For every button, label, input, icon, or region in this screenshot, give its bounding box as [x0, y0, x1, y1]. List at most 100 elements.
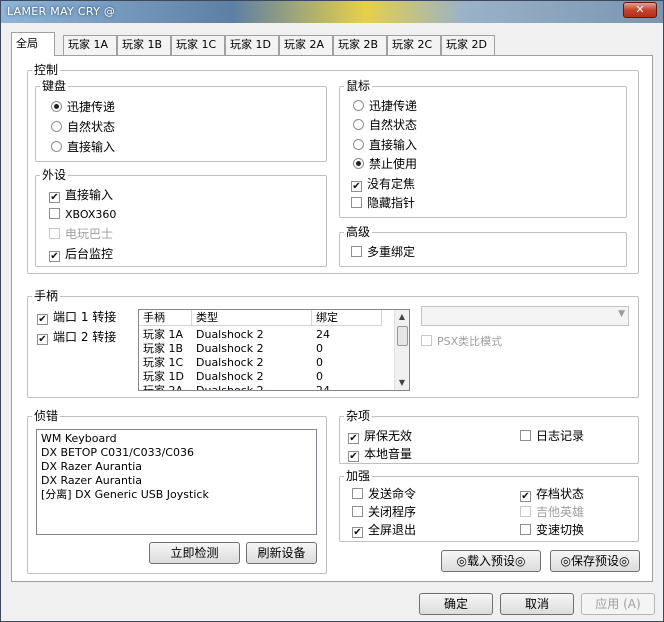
gamepad-cell: 0: [316, 356, 323, 369]
save-preset-button[interactable]: ◎保存预设◎: [550, 550, 640, 572]
gamepad-row[interactable]: 玩家 1B Dualshock 2 0: [139, 342, 394, 356]
refresh-devices-button[interactable]: 刷新设备: [246, 542, 317, 564]
option-label: 禁止使用: [369, 157, 418, 171]
gamepad-list-header: 手柄 类型 绑定: [139, 310, 394, 326]
peripheral-option-3[interactable]: ✔ 后台监控: [49, 246, 113, 262]
scroll-thumb[interactable]: [397, 326, 408, 346]
keyboard-option-0[interactable]: 迅捷传递: [51, 99, 115, 115]
apply-button: 应用 (A): [581, 593, 655, 615]
keyboard-group-title: 键盘: [42, 79, 67, 93]
gamepad-cell: 玩家 1D: [143, 370, 184, 383]
chevron-down-icon: ▼: [618, 309, 625, 319]
enhance-group-title: 加强: [346, 469, 371, 483]
checkbox-icon: [520, 430, 531, 441]
port1-checkbox[interactable]: ✔ 端口 1 转接: [37, 309, 116, 325]
gamepad-row[interactable]: 玩家 2A Dualshock 2 24: [139, 384, 394, 391]
device-item[interactable]: WM Keyboard: [41, 432, 312, 446]
checkbox-icon: ✔: [49, 251, 60, 262]
gamepad-list[interactable]: 手柄 类型 绑定 玩家 1A Dualshock 2 24 玩家 1B Dualshoc…: [138, 309, 410, 391]
send-command-checkbox[interactable]: 发送命令: [352, 486, 416, 502]
column-header-type[interactable]: 类型: [192, 310, 312, 326]
option-label: 端口 2 转接: [53, 330, 117, 344]
title-bar[interactable]: LAMER MAY CRY @ ✕: [1, 1, 663, 23]
close-program-checkbox[interactable]: 关闭程序: [352, 504, 416, 520]
gamepad-cell: Dualshock 2: [196, 342, 264, 355]
option-label: 直接输入: [65, 188, 114, 202]
multi-bind-checkbox[interactable]: 多重绑定: [351, 244, 415, 260]
radio-icon: [353, 119, 364, 130]
radio-icon: [51, 101, 62, 112]
scroll-down-icon[interactable]: ▼: [395, 376, 409, 390]
tab-player-1c[interactable]: 玩家 1C: [171, 35, 225, 55]
no-focus-checkbox[interactable]: ✔ 没有定焦: [351, 176, 415, 192]
checkbox-icon: ✔: [37, 314, 48, 325]
peripheral-option-0[interactable]: ✔ 直接输入: [49, 187, 113, 203]
hide-pointer-checkbox[interactable]: 隐藏指针: [351, 195, 415, 211]
tab-player-2d[interactable]: 玩家 2D: [441, 35, 495, 55]
checkbox-icon: ✔: [348, 451, 359, 462]
window-title: LAMER MAY CRY @: [7, 5, 116, 18]
checkbox-icon: [351, 246, 362, 257]
option-label: 直接输入: [67, 140, 116, 154]
tab-player-1b[interactable]: 玩家 1B: [117, 35, 171, 55]
close-button[interactable]: ✕: [623, 2, 657, 18]
checkbox-icon: ✔: [351, 181, 362, 192]
radio-icon: [51, 141, 62, 152]
device-item[interactable]: [分离] DX Generic USB Joystick: [41, 488, 312, 502]
checkbox-icon: ✔: [352, 527, 363, 538]
column-header-pad[interactable]: 手柄: [139, 310, 192, 326]
screensaver-checkbox[interactable]: ✔ 屏保无效: [348, 428, 412, 444]
checkbox-icon: ✔: [37, 334, 48, 345]
gamepad-cell: 24: [316, 328, 330, 341]
option-label: 发送命令: [368, 487, 417, 501]
option-label: 本地音量: [364, 447, 413, 461]
mouse-option-1[interactable]: 自然状态: [353, 117, 417, 133]
device-list[interactable]: WM Keyboard DX BETOP C031/C033/C036 DX Raz…: [36, 429, 317, 535]
tab-player-2b[interactable]: 玩家 2B: [333, 35, 387, 55]
tab-global[interactable]: 全局: [11, 32, 55, 56]
device-item[interactable]: DX Razer Aurantia: [41, 474, 312, 488]
peripheral-option-1[interactable]: XBOX360: [49, 207, 116, 223]
gamepad-row[interactable]: 玩家 1A Dualshock 2 24: [139, 328, 394, 342]
gamepad-cell: Dualshock 2: [196, 370, 264, 383]
column-header-binding[interactable]: 绑定: [312, 310, 382, 326]
speed-switch-checkbox[interactable]: 变速切换: [520, 522, 584, 538]
tab-player-1d[interactable]: 玩家 1D: [225, 35, 279, 55]
gamepad-list-scrollbar[interactable]: ▲ ▼: [394, 310, 409, 390]
fullscreen-exit-checkbox[interactable]: ✔ 全屏退出: [352, 522, 416, 538]
device-item[interactable]: DX Razer Aurantia: [41, 460, 312, 474]
option-label: 关闭程序: [368, 505, 417, 519]
gamepad-cell: 玩家 2A: [143, 384, 184, 391]
save-state-checkbox[interactable]: ✔ 存档状态: [520, 486, 584, 502]
tab-player-1a[interactable]: 玩家 1A: [63, 35, 117, 55]
option-label: 存档状态: [536, 487, 585, 501]
tab-player-2c[interactable]: 玩家 2C: [387, 35, 441, 55]
port2-checkbox[interactable]: ✔ 端口 2 转接: [37, 329, 116, 345]
detect-now-button[interactable]: 立即检测: [149, 542, 240, 564]
ok-button[interactable]: 确定: [419, 593, 493, 615]
log-checkbox[interactable]: 日志记录: [520, 428, 584, 444]
local-volume-checkbox[interactable]: ✔ 本地音量: [348, 446, 412, 462]
gamepad-type-dropdown[interactable]: ▼: [421, 306, 629, 326]
gamepad-cell: Dualshock 2: [196, 384, 264, 391]
gamepad-cell: 玩家 1A: [143, 328, 184, 341]
gamepad-cell: 24: [316, 384, 330, 391]
load-preset-button[interactable]: ◎载入预设◎: [441, 550, 541, 572]
radio-icon: [353, 139, 364, 150]
option-label: 自然状态: [369, 118, 418, 132]
tab-player-2a[interactable]: 玩家 2A: [279, 35, 333, 55]
mouse-option-3[interactable]: 禁止使用: [353, 156, 417, 172]
cancel-button[interactable]: 取消: [500, 593, 574, 615]
gamepad-row[interactable]: 玩家 1C Dualshock 2 0: [139, 356, 394, 370]
checkbox-icon: [421, 335, 432, 346]
keyboard-option-1[interactable]: 自然状态: [51, 119, 115, 135]
gamepad-group-title: 手柄: [34, 289, 59, 303]
mouse-option-2[interactable]: 直接输入: [353, 137, 417, 153]
device-item[interactable]: DX BETOP C031/C033/C036: [41, 446, 312, 460]
gamepad-row[interactable]: 玩家 1D Dualshock 2 0: [139, 370, 394, 384]
peripheral-group-title: 外设: [42, 168, 67, 182]
scroll-up-icon[interactable]: ▲: [395, 310, 409, 324]
keyboard-option-2[interactable]: 直接输入: [51, 139, 115, 155]
checkbox-icon: [520, 506, 531, 517]
mouse-option-0[interactable]: 迅捷传递: [353, 98, 417, 114]
